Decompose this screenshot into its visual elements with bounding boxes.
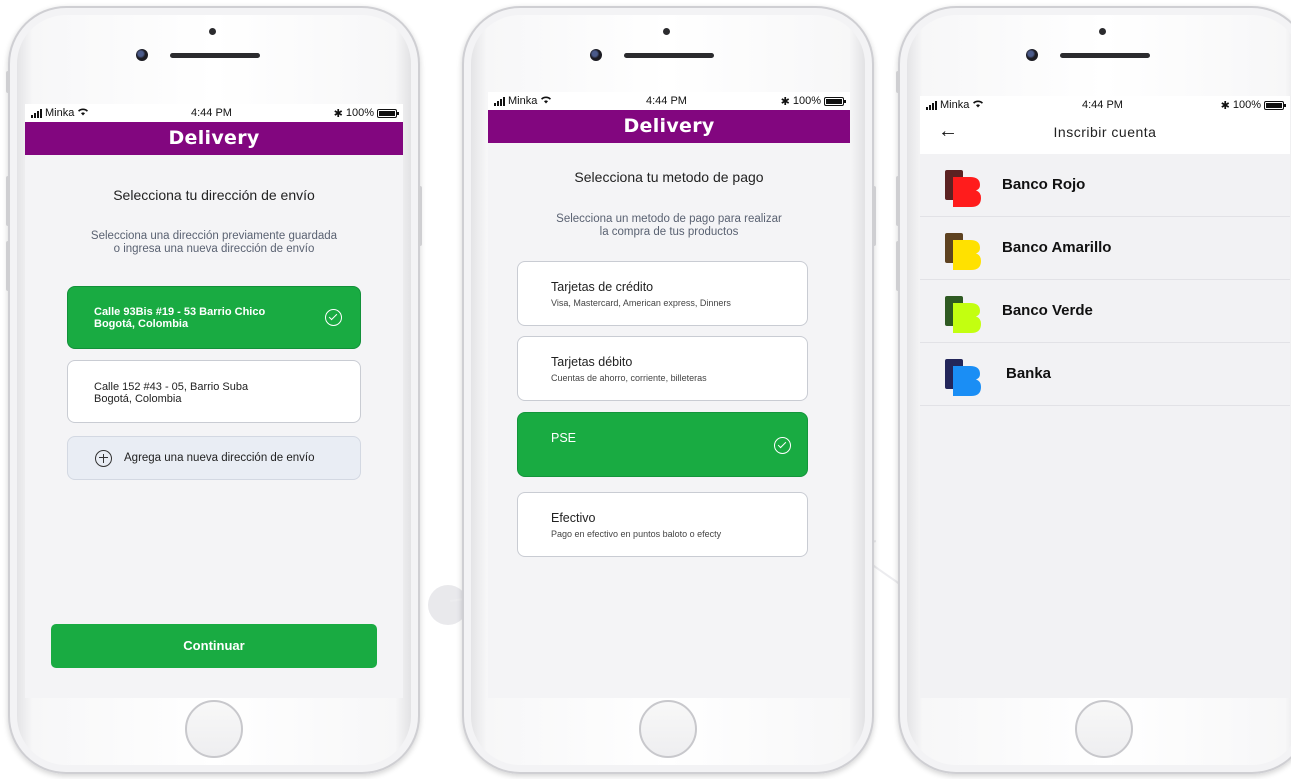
wifi-icon: [77, 107, 89, 119]
battery-icon: [823, 96, 846, 106]
speaker-grille: [1060, 53, 1150, 58]
payment-option-debit[interactable]: Tarjetas débito Cuentas de ahorro, corri…: [517, 336, 808, 401]
page-heading: Selecciona tu metodo de pago: [574, 169, 764, 185]
plus-circle-icon: [95, 449, 112, 467]
status-bar: Minka 4:44 PM ✱ 100%: [25, 104, 403, 122]
payment-title: Tarjetas débito: [551, 355, 633, 369]
proximity-sensor: [209, 28, 216, 35]
payment-option-pse[interactable]: PSE: [517, 412, 808, 477]
mute-switch: [896, 71, 900, 93]
address-content: Selecciona tu dirección de envío Selecci…: [25, 155, 403, 698]
screen-banks: Minka 4:44 PM ✱ 100% ← Inscribir cuenta …: [920, 96, 1290, 698]
screen-address: Minka 4:44 PM ✱ 100% Delivery Selecciona…: [25, 104, 403, 698]
check-circle-icon: [774, 437, 791, 454]
signal-icon: [926, 100, 937, 110]
bank-item[interactable]: Banco Amarillo: [920, 217, 1290, 280]
page-heading: Selecciona tu dirección de envío: [113, 187, 315, 203]
subtitle-line: o ingresa una nueva dirección de envío: [113, 243, 315, 255]
bluetooth-icon: ✱: [780, 95, 790, 108]
wifi-icon: [972, 99, 984, 111]
bank-logo-icon: [945, 170, 981, 207]
signal-icon: [31, 108, 42, 118]
bluetooth-icon: ✱: [1220, 99, 1230, 112]
page-subtitle: Selecciona un metodo de pago para realiz…: [488, 213, 850, 239]
bluetooth-icon: ✱: [333, 107, 343, 120]
camera-icon: [136, 49, 148, 61]
payment-title: Tarjetas de crédito: [551, 280, 654, 294]
carrier-name: Minka: [508, 95, 538, 107]
check-circle-icon: [325, 309, 342, 326]
payment-subtitle: Cuentas de ahorro, corriente, billeteras: [551, 373, 707, 383]
bank-name: Banco Verde: [1002, 302, 1093, 319]
speaker-grille: [624, 53, 714, 58]
battery-percent: 100%: [345, 107, 374, 119]
page-title: Inscribir cuenta: [1053, 124, 1157, 140]
bank-item[interactable]: Banka: [920, 343, 1290, 406]
carrier-name: Minka: [45, 107, 75, 119]
bank-logo-icon: [945, 296, 981, 333]
address-line1: Calle 152 #43 - 05, Barrio Suba: [94, 381, 249, 393]
payment-content: Selecciona tu metodo de pago Selecciona …: [488, 143, 850, 698]
payment-title: PSE: [551, 431, 577, 445]
header-bar: ← Inscribir cuenta: [920, 114, 1290, 154]
add-address-button[interactable]: Agrega una nueva dirección de envío: [67, 436, 361, 480]
carrier-name: Minka: [940, 99, 970, 111]
payment-subtitle: Visa, Mastercard, American express, Dinn…: [551, 298, 731, 308]
status-time: 4:44 PM: [646, 95, 687, 107]
payment-title: Efectivo: [551, 511, 596, 525]
bank-name: Banco Amarillo: [1002, 239, 1112, 256]
app-title: Delivery: [25, 122, 403, 155]
battery-icon: [1263, 100, 1286, 110]
status-time: 4:44 PM: [1082, 99, 1123, 111]
battery-percent: 100%: [1232, 99, 1261, 111]
phone-frame-address: Minka 4:44 PM ✱ 100% Delivery Selecciona…: [6, 6, 422, 774]
proximity-sensor: [663, 28, 670, 35]
proximity-sensor: [1099, 28, 1106, 35]
bank-item[interactable]: Banco Rojo: [920, 154, 1290, 217]
address-card[interactable]: Calle 152 #43 - 05, Barrio Suba Bogotá, …: [67, 360, 361, 423]
subtitle-line: Selecciona un metodo de pago para realiz…: [556, 213, 782, 225]
wifi-icon: [540, 95, 552, 107]
home-button[interactable]: [639, 700, 697, 758]
volume-button: [6, 176, 10, 226]
address-line1: Calle 93Bis #19 - 53 Barrio Chico: [94, 306, 266, 318]
phone-frame-payment: Minka 4:44 PM ✱ 100% Delivery Selecciona…: [462, 6, 876, 774]
power-button: [872, 186, 876, 246]
power-button: [418, 186, 422, 246]
bank-item[interactable]: Banco Verde: [920, 280, 1290, 343]
volume-button: [896, 241, 900, 291]
camera-icon: [1026, 49, 1038, 61]
camera-icon: [590, 49, 602, 61]
volume-button: [896, 176, 900, 226]
status-bar: Minka 4:44 PM ✱ 100%: [488, 92, 850, 110]
phone-frame-banks: Minka 4:44 PM ✱ 100% ← Inscribir cuenta …: [896, 6, 1291, 774]
subtitle-line: Selecciona una dirección previamente gua…: [90, 230, 338, 242]
page-subtitle: Selecciona una dirección previamente gua…: [25, 230, 403, 256]
home-button[interactable]: [1075, 700, 1133, 758]
status-time: 4:44 PM: [191, 107, 232, 119]
screen-payment: Minka 4:44 PM ✱ 100% Delivery Selecciona…: [488, 92, 850, 698]
continue-button[interactable]: Continuar: [51, 624, 377, 668]
address-line2: Bogotá, Colombia: [94, 318, 189, 330]
app-title: Delivery: [488, 110, 850, 143]
bank-name: Banka: [1006, 365, 1052, 382]
volume-button: [6, 241, 10, 291]
payment-option-credit[interactable]: Tarjetas de crédito Visa, Mastercard, Am…: [517, 261, 808, 326]
signal-icon: [494, 96, 505, 106]
address-card-selected[interactable]: Calle 93Bis #19 - 53 Barrio Chico Bogotá…: [67, 286, 361, 349]
home-button[interactable]: [185, 700, 243, 758]
payment-subtitle: Pago en efectivo en puntos baloto o efec…: [551, 529, 722, 539]
payment-option-cash[interactable]: Efectivo Pago en efectivo en puntos balo…: [517, 492, 808, 557]
address-line2: Bogotá, Colombia: [94, 393, 182, 405]
bank-logo-icon: [945, 233, 981, 270]
battery-percent: 100%: [792, 95, 821, 107]
add-address-label: Agrega una nueva dirección de envío: [124, 452, 315, 464]
bank-name: Banco Rojo: [1002, 176, 1086, 193]
bank-logo-icon: [945, 359, 981, 396]
subtitle-line: la compra de tus productos: [599, 226, 739, 238]
mute-switch: [6, 71, 10, 93]
speaker-grille: [170, 53, 260, 58]
status-bar: Minka 4:44 PM ✱ 100%: [920, 96, 1290, 114]
battery-icon: [376, 108, 399, 118]
